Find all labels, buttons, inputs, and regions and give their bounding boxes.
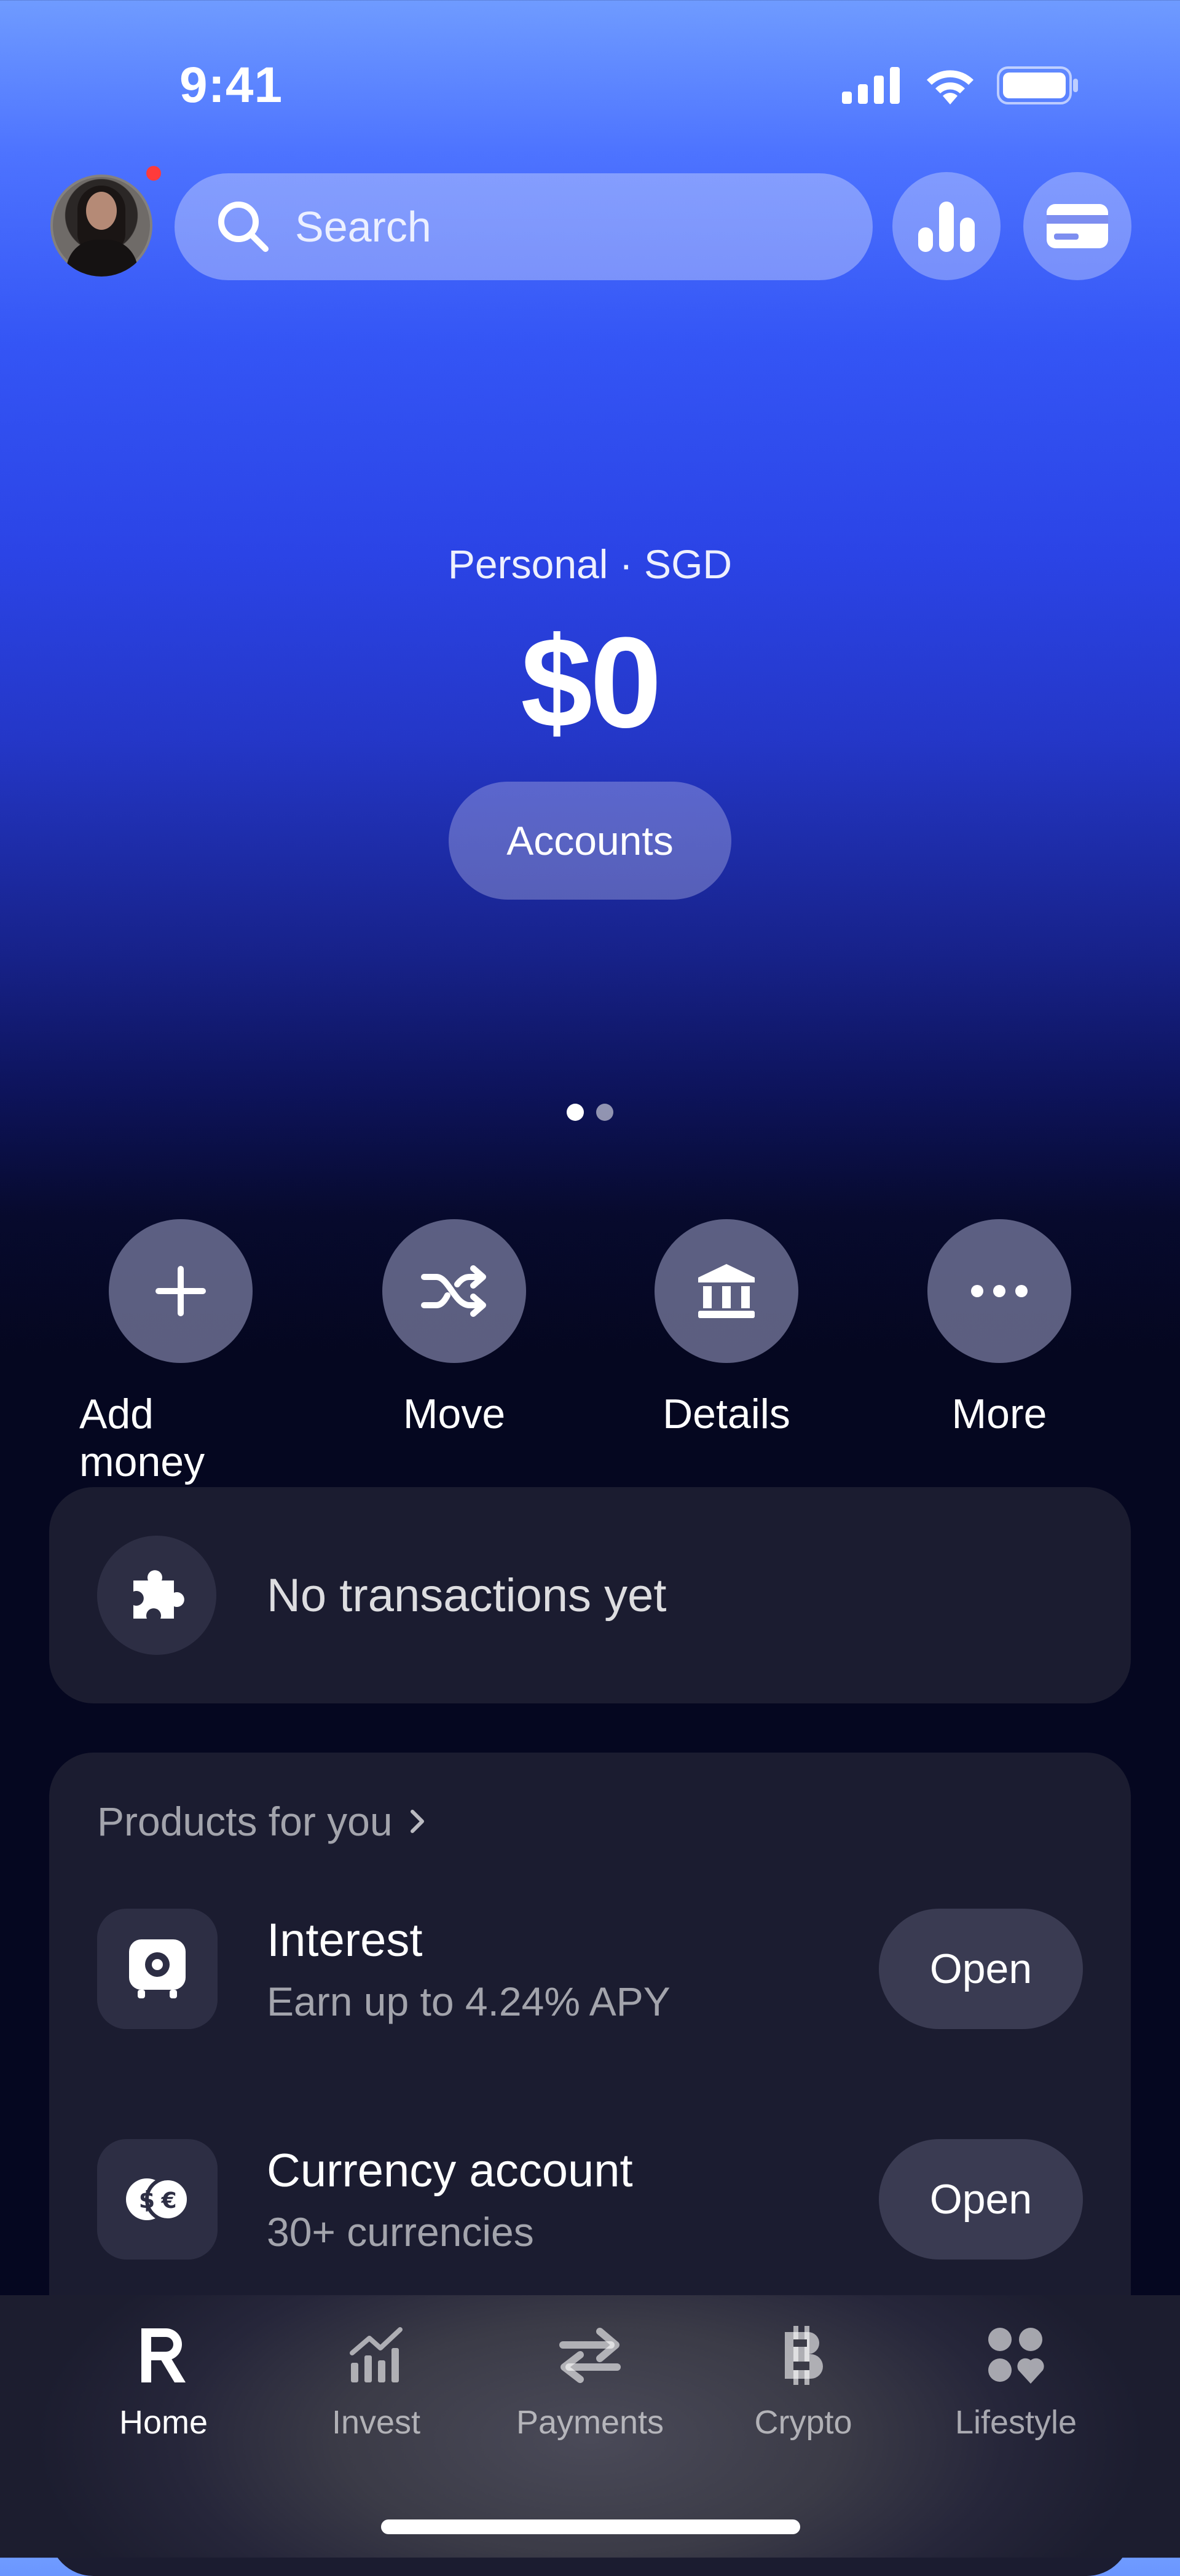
details-button[interactable] [655, 1219, 798, 1363]
tab-home-label: Home [119, 2404, 208, 2441]
transactions-card[interactable]: No transactions yet [49, 1487, 1131, 1703]
currency-open-button[interactable]: Open [879, 2139, 1083, 2260]
interest-open-button[interactable]: Open [879, 1909, 1083, 2029]
tab-invest-label: Invest [331, 2404, 421, 2441]
move-label: Move [403, 1391, 506, 1437]
puzzle-icon [133, 1570, 184, 1619]
ellipsis-icon [971, 1285, 1028, 1297]
tab-payments-label: Payments [516, 2404, 664, 2441]
tab-invest[interactable]: Invest [284, 2319, 468, 2441]
search-icon [218, 202, 269, 252]
tab-crypto[interactable]: Crypto [711, 2319, 895, 2441]
move-action[interactable]: Move [353, 1219, 556, 1438]
cards-button[interactable] [1023, 172, 1131, 280]
tab-crypto-label: Crypto [754, 2404, 852, 2441]
svg-text:$: $ [139, 2186, 155, 2213]
chart-icon [350, 2327, 403, 2382]
bitcoin-icon [785, 2326, 823, 2385]
tab-lifestyle[interactable]: Lifestyle [924, 2319, 1108, 2441]
interest-subtitle: Earn up to 4.24% APY [267, 1978, 671, 2024]
products-header[interactable]: Products for you [97, 1798, 425, 1845]
currency-title: Currency account [267, 2144, 633, 2197]
currency-subtitle: 30+ currencies [267, 2209, 534, 2255]
notification-dot [146, 166, 161, 181]
home-indicator [381, 2519, 800, 2534]
bank-icon [698, 1264, 755, 1318]
no-transactions-text: No transactions yet [267, 1569, 667, 1622]
currency-icon-box: $ € [97, 2139, 218, 2260]
products-heading: Products for you [97, 1799, 393, 1844]
interest-icon-box [97, 1909, 218, 2029]
details-label: Details [663, 1391, 790, 1437]
revolut-logo-icon [141, 2328, 186, 2382]
search-placeholder: Search [295, 203, 431, 251]
more-label: More [951, 1391, 1047, 1437]
tab-lifestyle-label: Lifestyle [954, 2404, 1077, 2441]
status-time: 9:41 [179, 57, 283, 113]
search-bar[interactable]: Search [175, 173, 873, 280]
tab-payments[interactable]: Payments [498, 2319, 682, 2441]
add-money-button[interactable] [109, 1219, 253, 1363]
product-row-interest[interactable]: Interest Earn up to 4.24% APY Open [97, 1907, 1083, 2030]
analytics-button[interactable] [892, 172, 1001, 280]
page-indicator[interactable] [567, 1104, 613, 1121]
plus-icon [155, 1266, 206, 1316]
battery-icon [997, 66, 1078, 104]
bottom-tab-bar: Home Invest Payments Crypto Lifestyle [0, 2295, 1180, 2558]
add-money-action[interactable]: Add money [79, 1219, 282, 1486]
product-row-currency[interactable]: $ € Currency account 30+ currencies Open [97, 2138, 1083, 2261]
signal-icon [842, 67, 900, 104]
tab-home[interactable]: Home [71, 2319, 256, 2441]
more-button[interactable] [927, 1219, 1071, 1363]
details-action[interactable]: Details [625, 1219, 828, 1438]
move-button[interactable] [382, 1219, 526, 1363]
more-action[interactable]: More [898, 1219, 1101, 1438]
safe-icon [129, 1939, 186, 1998]
page-dot-2[interactable] [596, 1104, 613, 1121]
balance-amount: $0 [521, 610, 662, 755]
status-icons [842, 66, 1079, 104]
lifestyle-icon [988, 2328, 1044, 2384]
chevron-right-icon [410, 1810, 424, 1833]
card-icon [1047, 204, 1108, 248]
wifi-icon [927, 70, 974, 104]
svg-text:€: € [160, 2188, 176, 2213]
accounts-button[interactable]: Accounts [449, 782, 731, 900]
add-money-label: Add money [79, 1391, 205, 1485]
transactions-icon-box [97, 1536, 216, 1655]
transfer-icon [559, 2328, 621, 2383]
currency-exchange-icon: $ € [126, 2177, 191, 2222]
profile-avatar[interactable] [50, 175, 152, 277]
page-dot-1[interactable] [567, 1104, 584, 1121]
shuffle-icon [421, 1265, 486, 1317]
bar-chart-icon [918, 202, 975, 252]
interest-title: Interest [267, 1914, 423, 1966]
account-label: Personal · SGD [447, 541, 733, 587]
